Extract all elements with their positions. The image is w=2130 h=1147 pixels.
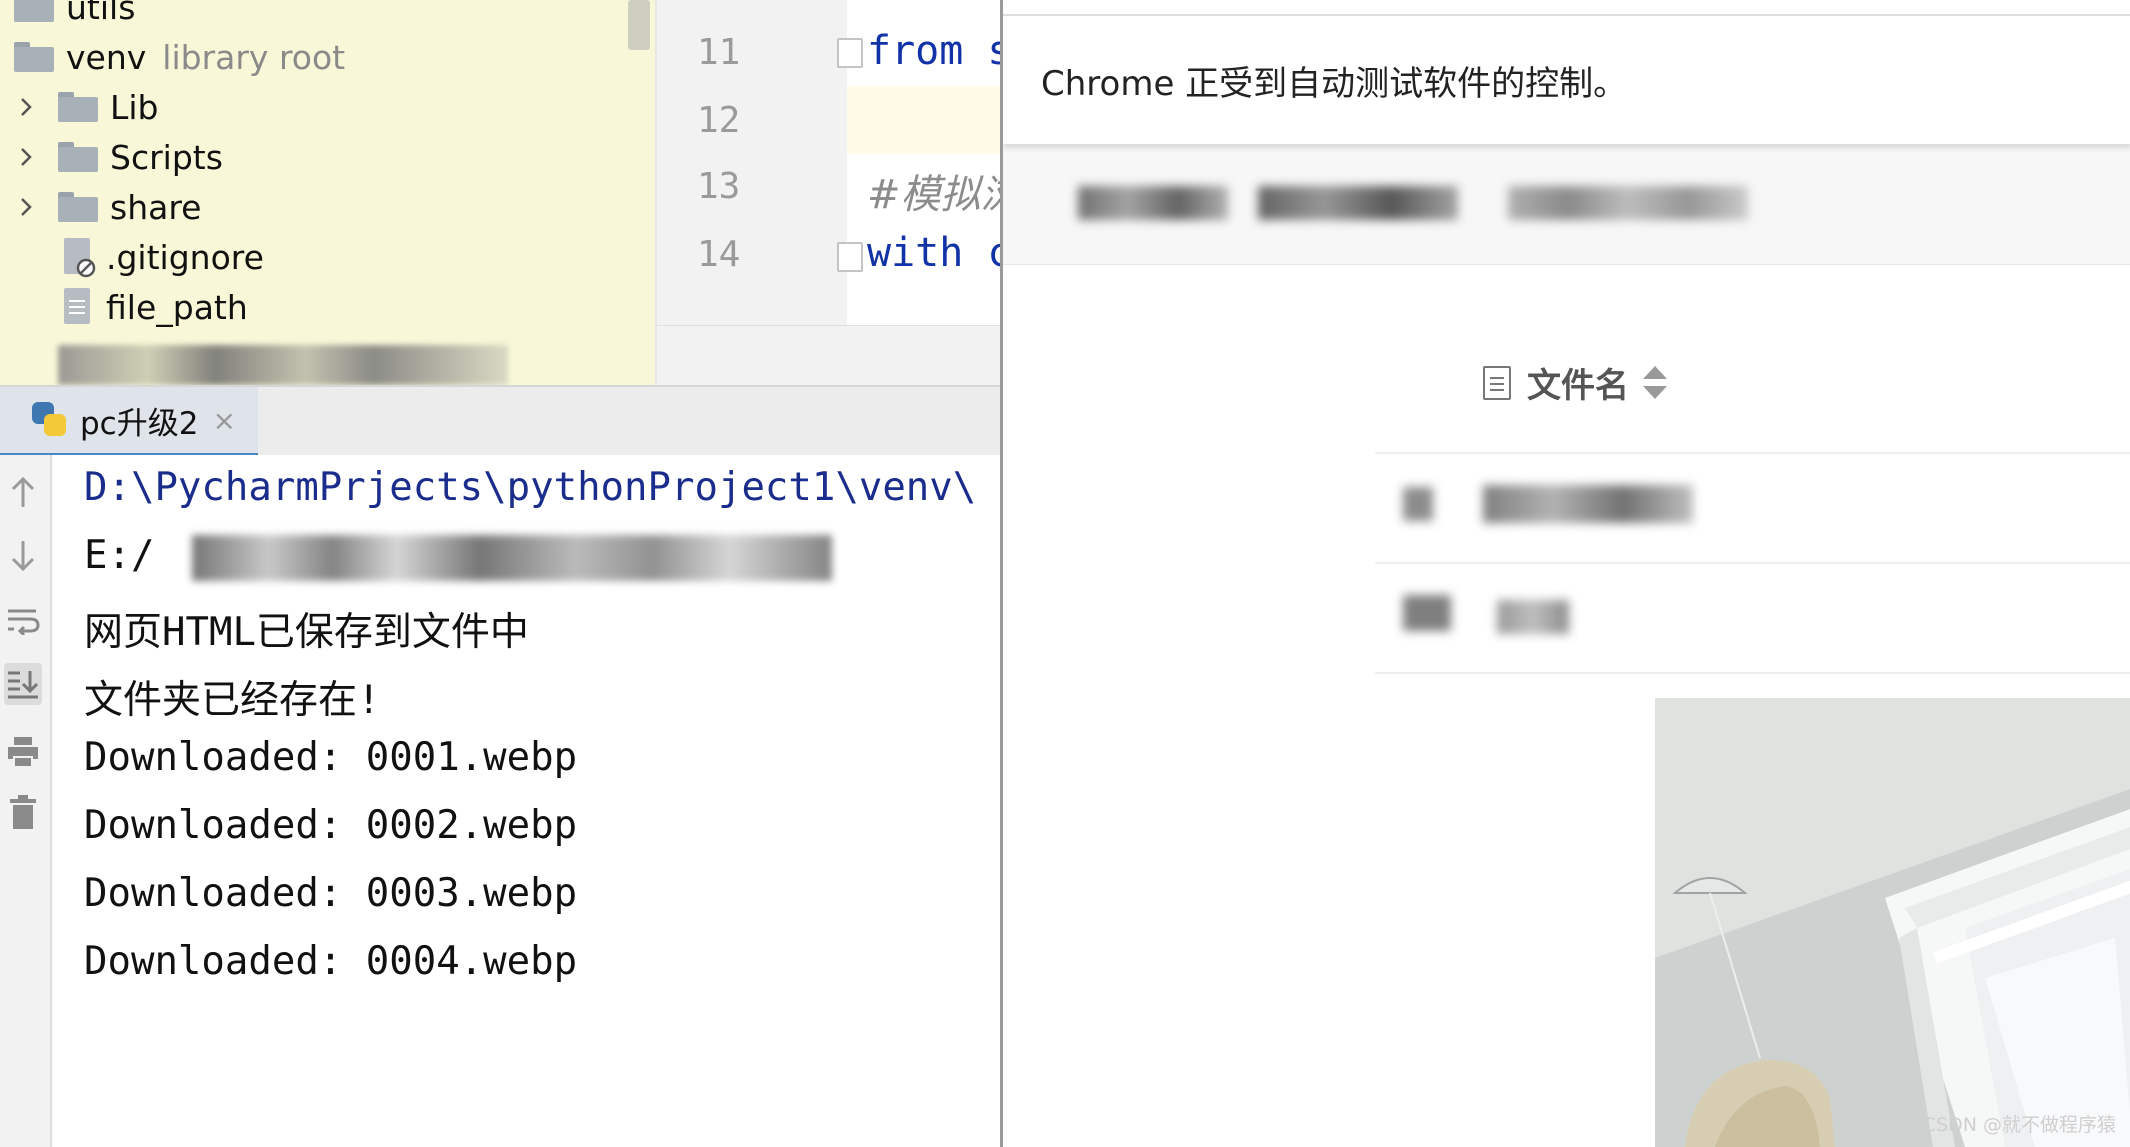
current-line-highlight bbox=[847, 86, 1002, 154]
table-divider bbox=[1375, 562, 2130, 564]
folder-icon bbox=[14, 42, 54, 72]
console-line: E:/ bbox=[84, 533, 155, 578]
chevron-right-icon[interactable] bbox=[14, 95, 38, 119]
line-number: 12 bbox=[697, 100, 741, 141]
tree-item-label: share bbox=[110, 187, 202, 227]
run-toolbar bbox=[0, 455, 52, 1147]
chevron-right-icon[interactable] bbox=[14, 145, 38, 169]
library-root-hint: library root bbox=[162, 37, 346, 77]
code-line[interactable]: from s bbox=[867, 28, 1002, 74]
code-line[interactable]: with c bbox=[867, 230, 1002, 276]
tree-item-label: Scripts bbox=[110, 137, 223, 177]
line-number: 13 bbox=[697, 166, 741, 207]
code-editor[interactable]: 11 from s 12 13 #模拟浏 14 with c bbox=[655, 0, 1002, 385]
redacted-file-name bbox=[58, 345, 508, 385]
python-icon bbox=[30, 400, 70, 440]
redacted-cell bbox=[1483, 485, 1693, 523]
arrow-down-icon[interactable] bbox=[4, 535, 42, 577]
file-name-column-header[interactable]: 文件名 bbox=[1483, 358, 1667, 407]
run-console[interactable]: D:\PycharmPrjects\pythonProject1\venv\ E… bbox=[52, 455, 1000, 1147]
automation-message: Chrome 正受到自动测试软件的控制。 bbox=[1041, 64, 1628, 104]
console-line: D:\PycharmPrjects\pythonProject1\venv\ bbox=[84, 465, 977, 510]
arrow-up-icon[interactable] bbox=[4, 471, 42, 513]
folder-icon bbox=[58, 192, 98, 222]
console-line: Downloaded: 0002.webp bbox=[84, 803, 578, 848]
folder-icon bbox=[58, 92, 98, 122]
tree-item-label: utils bbox=[66, 0, 136, 27]
ignored-file-icon bbox=[64, 238, 96, 278]
console-line: 文件夹已经存在! bbox=[84, 678, 381, 723]
console-line: Downloaded: 0004.webp bbox=[84, 939, 578, 984]
tree-item-gitignore[interactable]: .gitignore bbox=[58, 232, 264, 282]
soft-wrap-icon[interactable] bbox=[4, 599, 42, 641]
tree-item-utils[interactable]: utils bbox=[14, 0, 135, 32]
automation-infobar: Chrome 正受到自动测试软件的控制。 bbox=[1003, 16, 2130, 144]
console-line: Downloaded: 0003.webp bbox=[84, 871, 578, 916]
redacted-breadcrumb bbox=[1003, 144, 2130, 265]
tree-item-lib[interactable]: Lib bbox=[14, 82, 159, 132]
editor-bottom-edge bbox=[657, 325, 1002, 385]
csdn-watermark: CSDN @就不做程序猿 bbox=[1922, 1114, 2116, 1136]
tree-scrollbar[interactable] bbox=[628, 0, 650, 50]
redacted-path bbox=[192, 535, 832, 581]
sort-icon[interactable] bbox=[1643, 365, 1667, 400]
file-name-header-label: 文件名 bbox=[1527, 366, 1629, 406]
folder-icon bbox=[58, 142, 98, 172]
redacted-cell bbox=[1403, 595, 1451, 631]
downloaded-image-preview bbox=[1655, 698, 2130, 1147]
scroll-to-end-icon[interactable] bbox=[4, 663, 42, 705]
folder-icon bbox=[14, 0, 54, 22]
run-tool-window-tabs: pc升级2 × bbox=[0, 385, 1000, 458]
trash-icon[interactable] bbox=[4, 791, 42, 833]
line-number: 11 bbox=[697, 32, 741, 73]
table-divider bbox=[1375, 452, 2130, 454]
line-number: 14 bbox=[697, 234, 741, 275]
console-line: Downloaded: 0001.webp bbox=[84, 735, 578, 780]
chevron-right-icon[interactable] bbox=[14, 195, 38, 219]
tree-item-label: file_path bbox=[106, 287, 248, 327]
print-icon[interactable] bbox=[4, 731, 42, 773]
text-file-icon bbox=[64, 288, 94, 326]
tree-item-share[interactable]: share bbox=[14, 182, 201, 232]
run-tab-pc-upgrade2[interactable]: pc升级2 × bbox=[0, 387, 258, 457]
tree-item-label: venv bbox=[66, 37, 147, 77]
tree-item-scripts[interactable]: Scripts bbox=[14, 132, 223, 182]
tree-item-file-path[interactable]: file_path bbox=[58, 282, 248, 332]
close-icon[interactable]: × bbox=[212, 404, 235, 437]
redacted-cell bbox=[1497, 600, 1569, 634]
project-tree-panel: utils venv library root Lib Scripts shar… bbox=[0, 0, 655, 385]
table-divider bbox=[1375, 672, 2130, 674]
console-line: 网页HTML已保存到文件中 bbox=[84, 610, 529, 655]
code-comment[interactable]: #模拟浏 bbox=[867, 162, 1002, 220]
tree-item-venv[interactable]: venv library root bbox=[14, 32, 345, 82]
run-tab-label: pc升级2 bbox=[80, 405, 199, 442]
tree-item-label: Lib bbox=[110, 87, 159, 127]
tree-item-label: .gitignore bbox=[106, 237, 264, 277]
fold-marker-icon[interactable] bbox=[837, 38, 863, 68]
document-icon bbox=[1483, 365, 1511, 400]
chrome-window: Chrome 正受到自动测试软件的控制。 文件名 CSDN @就不做程序猿 bbox=[1000, 0, 2130, 1147]
redacted-cell bbox=[1403, 487, 1433, 521]
fold-marker-icon[interactable] bbox=[837, 242, 863, 272]
